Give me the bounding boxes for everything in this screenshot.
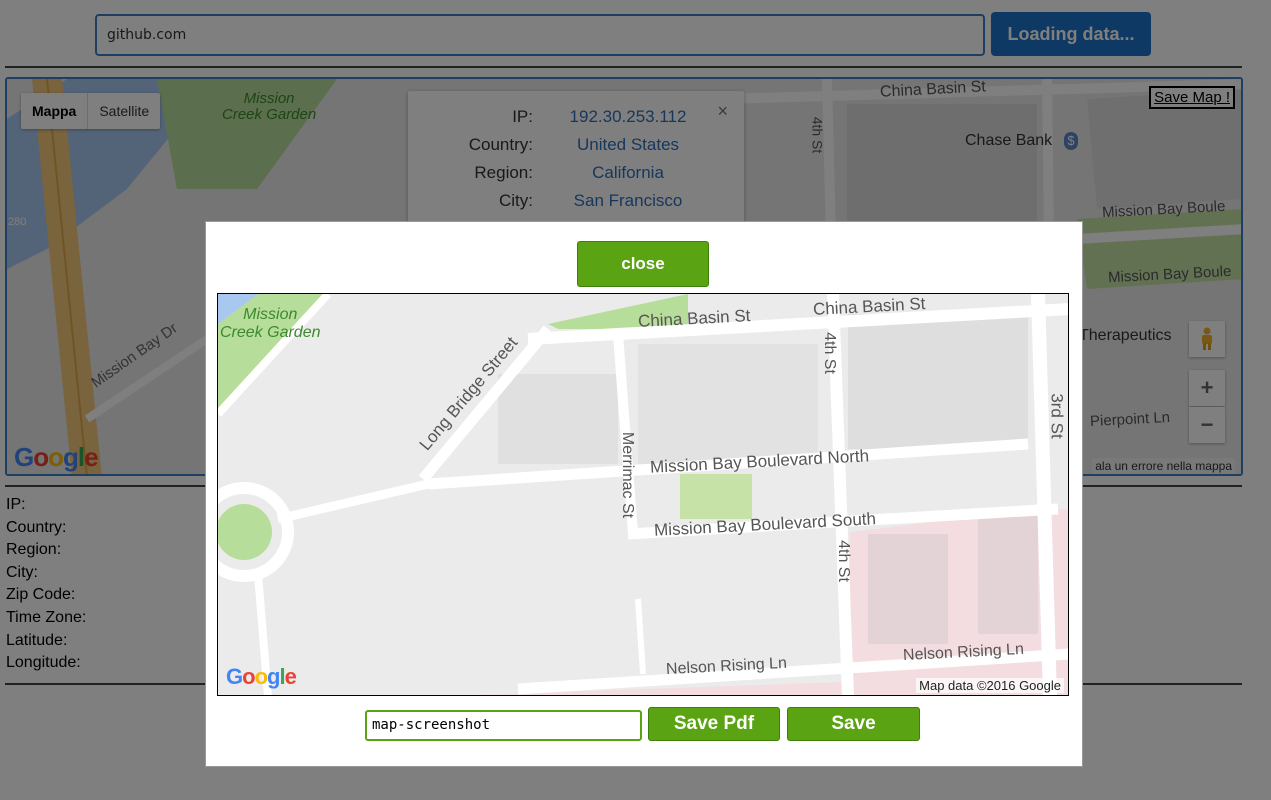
map-screenshot-preview: Mission Creek Garden China Basin St Chin…: [217, 293, 1069, 696]
google-logo-icon: Google: [226, 664, 297, 689]
map-label-4th-st-2: 4th St: [834, 540, 852, 582]
save-pdf-button[interactable]: Save Pdf: [648, 707, 780, 741]
save-button[interactable]: Save: [787, 707, 920, 741]
map-screenshot-canvas: [218, 294, 1068, 695]
map-label-mission-creek: Mission Creek Garden: [220, 306, 321, 341]
map-label-3rd-st: 3rd St: [1047, 393, 1067, 439]
filename-input[interactable]: map-screenshot: [365, 710, 642, 741]
close-button[interactable]: close: [577, 241, 709, 287]
map-label-4th-st-1: 4th St: [820, 332, 838, 374]
map-label-merrimac: Merrimac St: [619, 431, 637, 519]
map-attribution: Map data ©2016 Google: [916, 678, 1064, 693]
screenshot-modal: close Mission Creek Garden China Basin S…: [205, 221, 1083, 767]
